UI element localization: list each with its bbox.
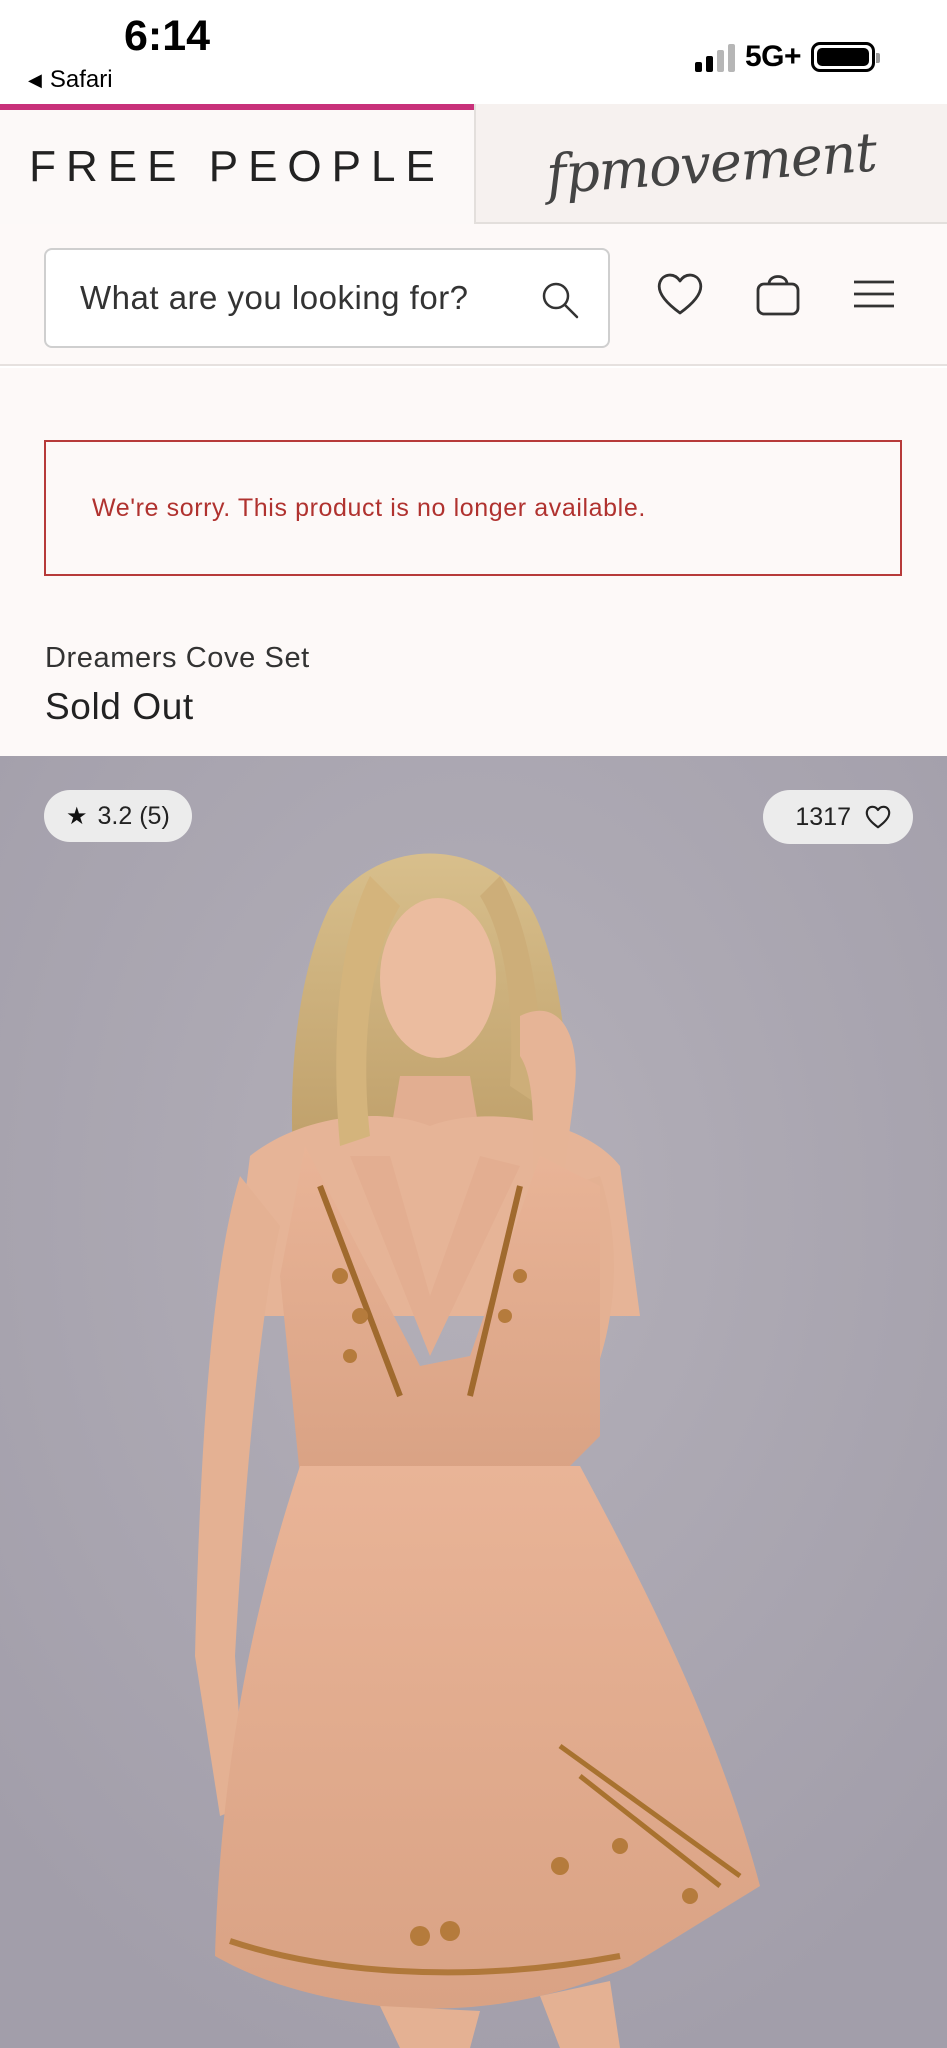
unavailable-alert: We're sorry. This product is no longer a… (44, 440, 902, 576)
battery-icon (811, 42, 880, 72)
status-bar: 6:14 ◀ Safari 5G+ (0, 0, 947, 104)
product-image[interactable]: ★ 3.2 (5) 1317 (0, 756, 947, 2048)
status-indicators: 5G+ (694, 40, 880, 74)
search-icon[interactable] (540, 280, 580, 320)
back-to-safari-link[interactable]: ◀ Safari (28, 66, 113, 94)
rating-badge[interactable]: ★ 3.2 (5) (44, 790, 192, 842)
status-time: 6:14 (124, 12, 211, 60)
brand-tabs: FREE PEOPLE fpmovement (0, 104, 947, 224)
search-input[interactable]: What are you looking for? (44, 248, 610, 348)
heart-icon (865, 805, 891, 829)
tab-free-people[interactable]: FREE PEOPLE (0, 104, 474, 224)
free-people-logo: FREE PEOPLE (29, 142, 445, 191)
network-type: 5G+ (744, 40, 802, 73)
product-name: Dreamers Cove Set (45, 642, 310, 674)
cellular-signal-icon (694, 42, 735, 72)
tab-fp-movement[interactable]: fpmovement (474, 104, 947, 224)
product-content: We're sorry. This product is no longer a… (0, 368, 947, 756)
heart-icon[interactable] (654, 268, 706, 320)
likes-count: 1317 (795, 802, 851, 831)
hamburger-menu-icon[interactable] (848, 268, 900, 320)
fp-movement-logo: fpmovement (544, 120, 879, 206)
product-status: Sold Out (45, 686, 194, 727)
back-app-label: Safari (49, 66, 113, 93)
site-header: What are you looking for? (0, 224, 947, 366)
search-placeholder: What are you looking for? (80, 279, 469, 316)
favorite-count-button[interactable]: 1317 (763, 790, 913, 844)
star-icon: ★ (66, 802, 88, 830)
model-photo (0, 756, 947, 2048)
rating-text: 3.2 (5) (97, 801, 170, 830)
alert-message: We're sorry. This product is no longer a… (92, 493, 646, 522)
shopping-bag-icon[interactable] (752, 268, 804, 320)
back-triangle-icon: ◀ (28, 69, 42, 90)
